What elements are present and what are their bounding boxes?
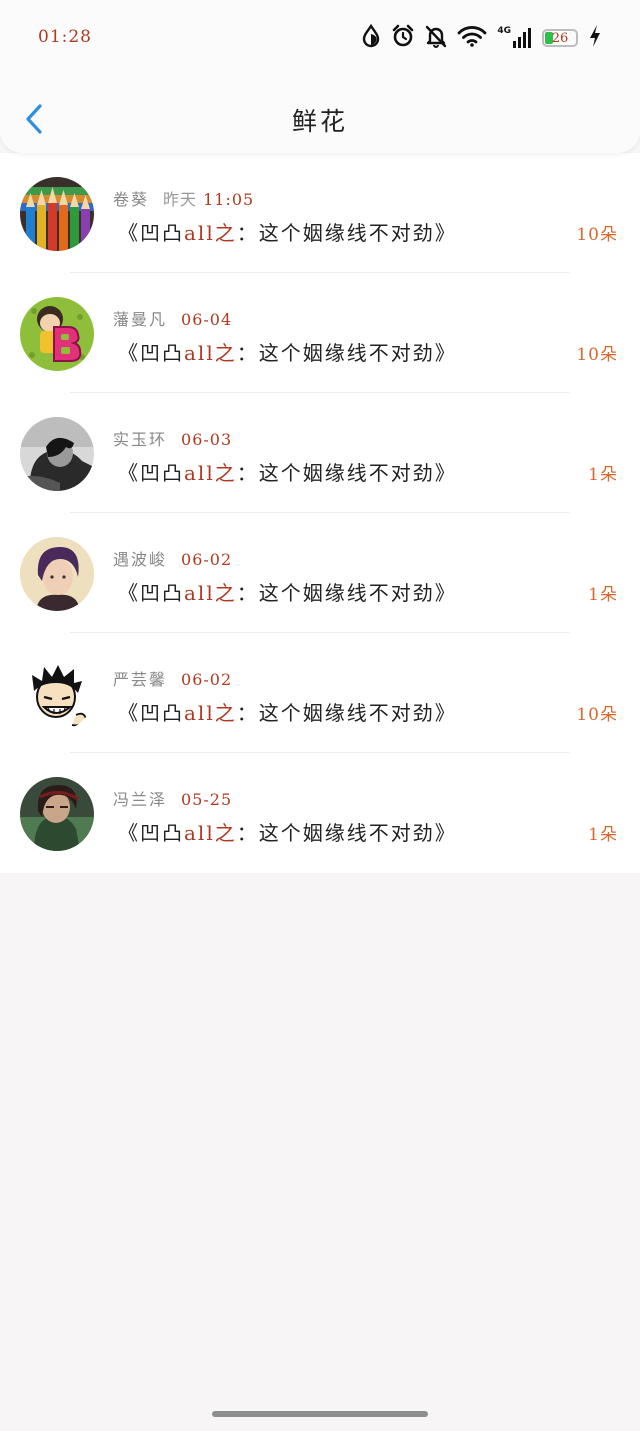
- book-title: 《凹凸all之：这个姻缘线不对劲》: [118, 577, 457, 606]
- list-item[interactable]: 卷葵 昨天 11:05 《凹凸all之：这个姻缘线不对劲》 10朵: [0, 153, 640, 273]
- record-time: 11:05: [203, 190, 255, 209]
- list-item[interactable]: 藩曼凡 06-04 《凹凸all之：这个姻缘线不对劲》 10朵: [0, 273, 640, 393]
- book-title-suffix: ：这个姻缘线不对劲》: [236, 701, 457, 725]
- book-title-suffix: ：这个姻缘线不对劲》: [236, 581, 457, 605]
- record-relative-day: 昨天: [163, 190, 198, 209]
- dark-art-avatar[interactable]: [20, 777, 94, 851]
- flower-count: 1朵: [588, 465, 618, 485]
- record-date: 昨天 11:05: [163, 190, 254, 209]
- app-header: 01:28 4G 26 鲜花: [0, 0, 640, 153]
- battery-icon: 26: [542, 29, 578, 47]
- record-date: 06-02: [181, 670, 233, 689]
- book-title: 《凹凸all之：这个姻缘线不对劲》: [118, 337, 457, 366]
- record-meta: 遇波峻 06-02: [113, 546, 232, 570]
- book-title-accent: all之: [184, 341, 237, 365]
- data-saver-icon: [361, 23, 381, 52]
- status-icons: 4G 26: [361, 23, 602, 52]
- muted-bell-icon: [425, 24, 447, 52]
- flower-record-list: 卷葵 昨天 11:05 《凹凸all之：这个姻缘线不对劲》 10朵 藩曼凡 06-0…: [0, 153, 640, 873]
- book-title-accent: all之: [184, 581, 237, 605]
- signal-icon: 4G: [497, 26, 532, 49]
- flower-count: 10朵: [576, 705, 618, 725]
- sender-name: 卷葵: [113, 190, 150, 209]
- book-title-prefix: 《凹凸: [118, 461, 184, 485]
- book-title-accent: all之: [184, 821, 237, 845]
- list-item[interactable]: 冯兰泽 05-25 《凹凸all之：这个姻缘线不对劲》 1朵: [0, 753, 640, 873]
- book-title-prefix: 《凹凸: [118, 701, 184, 725]
- home-indicator[interactable]: [212, 1411, 428, 1417]
- book-title-prefix: 《凹凸: [118, 221, 184, 245]
- book-title-accent: all之: [184, 701, 237, 725]
- record-meta: 实玉环 06-03: [113, 426, 232, 450]
- letter-b-avatar[interactable]: [20, 297, 94, 371]
- book-title-prefix: 《凹凸: [118, 821, 184, 845]
- sender-name: 严芸馨: [113, 670, 168, 689]
- record-meta: 卷葵 昨天 11:05: [113, 186, 254, 210]
- sender-name: 实玉环: [113, 430, 168, 449]
- book-title-suffix: ：这个姻缘线不对劲》: [236, 341, 457, 365]
- book-title: 《凹凸all之：这个姻缘线不对劲》: [118, 457, 457, 486]
- book-title-accent: all之: [184, 221, 237, 245]
- pencils-avatar[interactable]: [20, 177, 94, 251]
- list-item[interactable]: 严芸馨 06-02 《凹凸all之：这个姻缘线不对劲》 10朵: [0, 633, 640, 753]
- book-title: 《凹凸all之：这个姻缘线不对劲》: [118, 697, 457, 726]
- page-title: 鲜花: [291, 107, 348, 136]
- list-item[interactable]: 实玉环 06-03 《凹凸all之：这个姻缘线不对劲》 1朵: [0, 393, 640, 513]
- book-title-prefix: 《凹凸: [118, 341, 184, 365]
- record-date: 05-25: [181, 790, 233, 809]
- sender-name: 藩曼凡: [113, 310, 168, 329]
- book-title-suffix: ：这个姻缘线不对劲》: [236, 461, 457, 485]
- charging-icon: [588, 24, 602, 52]
- wifi-icon: [457, 25, 487, 51]
- book-title-suffix: ：这个姻缘线不对劲》: [236, 821, 457, 845]
- bw-photo-avatar[interactable]: [20, 417, 94, 491]
- book-title-accent: all之: [184, 461, 237, 485]
- flower-count: 10朵: [576, 345, 618, 365]
- record-date: 06-02: [181, 550, 233, 569]
- book-title: 《凹凸all之：这个姻缘线不对劲》: [118, 217, 457, 246]
- status-time: 01:28: [38, 27, 92, 47]
- battery-level: 26: [551, 30, 569, 46]
- record-meta: 冯兰泽 05-25: [113, 786, 232, 810]
- list-item[interactable]: 遇波峻 06-02 《凹凸all之：这个姻缘线不对劲》 1朵: [0, 513, 640, 633]
- record-date: 06-04: [181, 310, 233, 329]
- cartoon-avatar[interactable]: [20, 657, 94, 731]
- book-title-suffix: ：这个姻缘线不对劲》: [236, 221, 457, 245]
- sender-name: 遇波峻: [113, 550, 168, 569]
- alarm-icon: [391, 24, 415, 52]
- network-type: 4G: [497, 26, 511, 36]
- record-meta: 藩曼凡 06-04: [113, 306, 232, 330]
- flower-count: 10朵: [576, 225, 618, 245]
- portrait-avatar[interactable]: [20, 537, 94, 611]
- book-title-prefix: 《凹凸: [118, 581, 184, 605]
- sender-name: 冯兰泽: [113, 790, 168, 809]
- book-title: 《凹凸all之：这个姻缘线不对劲》: [118, 817, 457, 846]
- record-meta: 严芸馨 06-02: [113, 666, 232, 690]
- flower-count: 1朵: [588, 585, 618, 605]
- flower-count: 1朵: [588, 825, 618, 845]
- status-bar: 01:28 4G 26: [0, 0, 640, 76]
- record-date: 06-03: [181, 430, 233, 449]
